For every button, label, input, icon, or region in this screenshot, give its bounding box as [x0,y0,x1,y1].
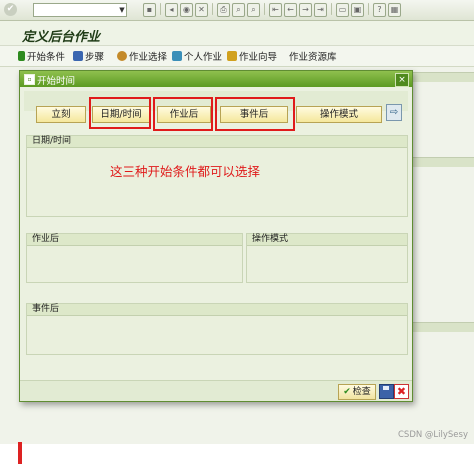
flag-icon [18,51,25,61]
steps-button[interactable]: 步骤 [73,49,104,63]
check-button[interactable]: ✔ 检查 [338,384,376,400]
title-bar: 定义后台作业 [0,21,474,46]
operation-mode-button[interactable]: 操作模式 [296,106,382,123]
enter-check-icon[interactable]: ✔ [4,3,17,16]
background-strip [408,72,474,82]
highlight-datetime [89,97,151,129]
personal-job-icon [172,51,182,61]
panel-header: 事件后 [27,304,407,316]
check-icon: ✔ [343,387,351,397]
next-arrow-icon[interactable]: ⇨ [386,104,402,121]
dialog-footer: ✔ 检查 ✖ [20,380,412,401]
divider [331,3,332,15]
background-marker [18,442,22,464]
exit-icon[interactable]: ◉ [180,3,193,17]
after-event-panel: 事件后 [26,303,408,355]
job-selection-button[interactable]: 作业选择 [117,49,167,63]
immediate-button[interactable]: 立刻 [36,106,86,123]
close-icon[interactable]: × [395,73,409,87]
divider [212,3,213,15]
save-icon[interactable]: ▪ [143,3,156,17]
divider [368,3,369,15]
personal-job-button[interactable]: 个人作业 [172,49,222,63]
background-strip [408,157,474,167]
layout-icon[interactable]: ▦ [388,3,401,17]
command-dropdown-icon[interactable]: ▼ [117,3,127,17]
find-icon[interactable]: ⌕ [232,3,245,17]
panel-header: 作业后 [27,234,242,246]
dialog-header: ▫ 开始时间 × [20,71,412,87]
operation-mode-panel: 操作模式 [246,233,408,283]
save-icon[interactable] [379,384,394,399]
cancel-icon[interactable]: ✖ [394,384,409,399]
cancel-icon[interactable]: ✕ [195,3,208,17]
after-job-panel: 作业后 [26,233,243,283]
highlight-after-job [153,97,213,131]
command-field[interactable] [33,3,127,17]
highlight-after-event [215,97,295,131]
steps-icon [73,51,83,61]
page-title: 定义后台作业 [22,30,101,45]
window-icon: ▫ [24,74,35,85]
job-repository-button[interactable]: 作业资源库 [289,49,337,63]
background-strip [408,322,474,332]
job-wizard-button[interactable]: 作业向导 [227,49,277,63]
first-page-icon[interactable]: ⇤ [269,3,282,17]
system-icon-group: ▪ ◂ ◉ ✕ ⎙ ⌕ ⌕ ⇤ ← → ⇥ ▭ ▣ ? ▦ [143,3,401,17]
back-icon[interactable]: ◂ [165,3,178,17]
help-icon[interactable]: ? [373,3,386,17]
divider [160,3,161,15]
start-condition-button[interactable]: 开始条件 [18,49,65,63]
start-time-dialog: ▫ 开始时间 × 立刻 日期/时间 作业后 事件后 操作模式 ⇨ 日期/时间 作… [19,70,413,402]
system-toolbar: ✔ ▼ ▪ ◂ ◉ ✕ ⎙ ⌕ ⌕ ⇤ ← → ⇥ ▭ ▣ ? ▦ [0,0,474,21]
dialog-title: 开始时间 [37,76,76,87]
next-page-icon[interactable]: → [299,3,312,17]
watermark: CSDN @LilySesy [397,430,468,440]
wizard-icon [227,51,237,61]
print-icon[interactable]: ⎙ [217,3,230,17]
prev-page-icon[interactable]: ← [284,3,297,17]
application-toolbar: 开始条件 步骤 作业选择 个人作业 作业向导 作业资源库 [0,46,474,67]
divider [264,3,265,15]
panel-header: 操作模式 [247,234,407,246]
annotation-text: 这三种开始条件都可以选择 [110,164,261,179]
shortcut-icon[interactable]: ▣ [351,3,364,17]
panel-header: 日期/时间 [27,136,407,148]
find-next-icon[interactable]: ⌕ [247,3,260,17]
new-session-icon[interactable]: ▭ [336,3,349,17]
user-select-icon [117,51,127,61]
last-page-icon[interactable]: ⇥ [314,3,327,17]
